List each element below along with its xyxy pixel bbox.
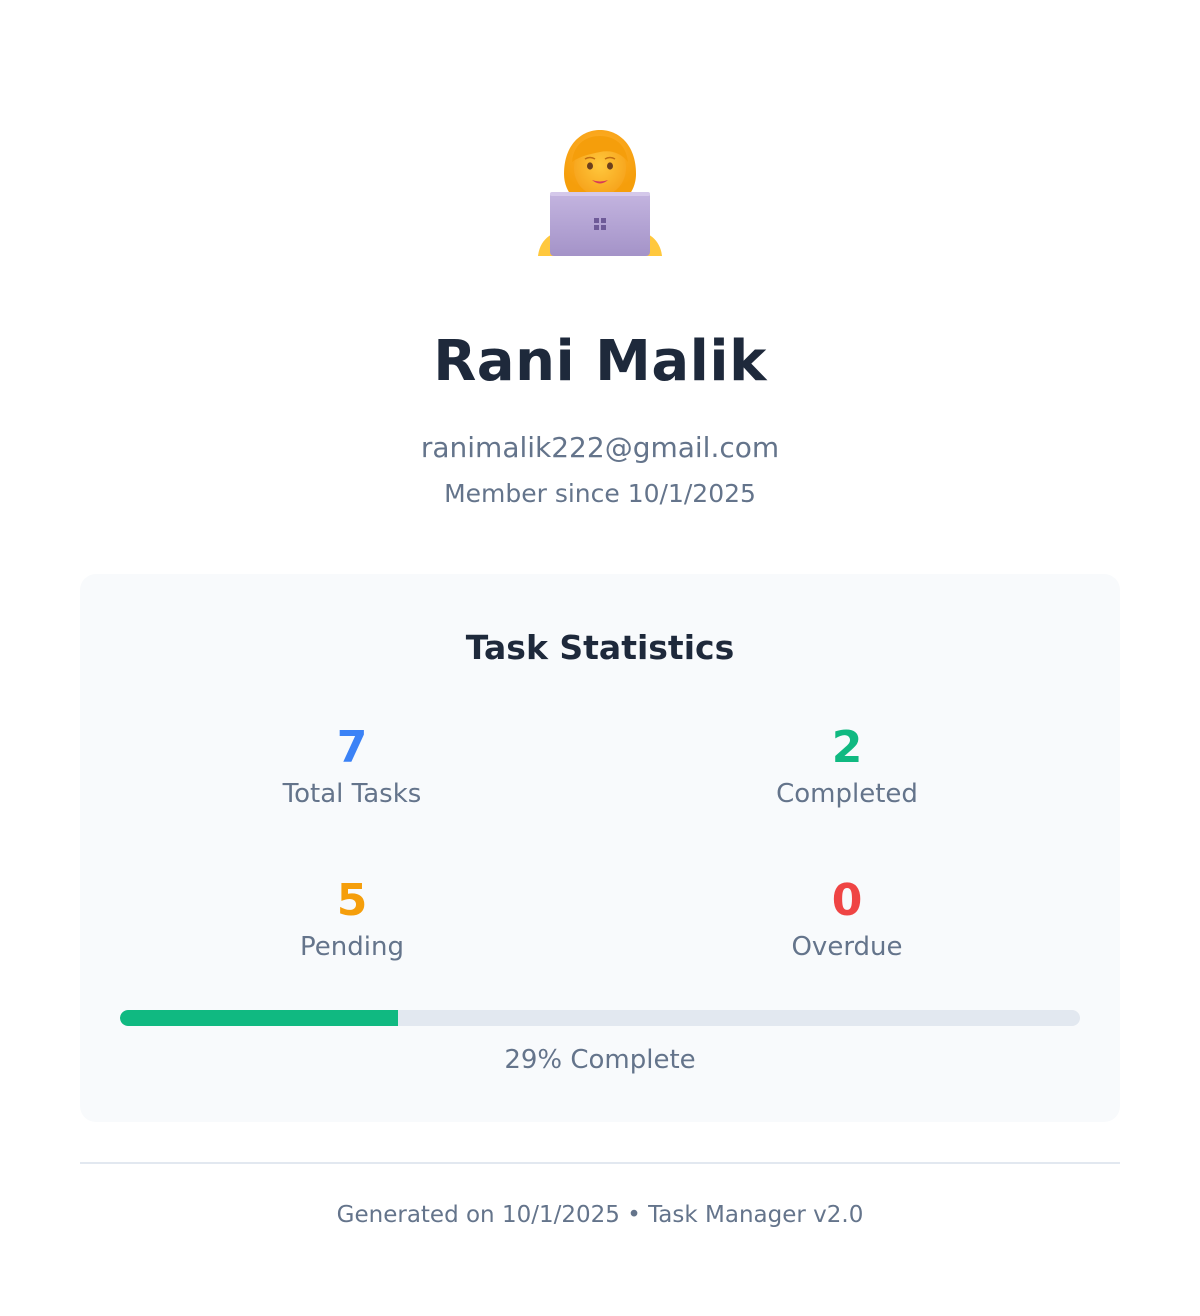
stat-value: 7 (336, 722, 368, 773)
stat-value: 5 (336, 875, 368, 926)
task-statistics-card: Task Statistics 7 Total Tasks 2 Complete… (80, 574, 1120, 1122)
woman-technologist-icon (538, 130, 662, 256)
stats-title: Task Statistics (465, 628, 735, 667)
footer-text: Generated on 10/1/2025 • Task Manager v2… (336, 1202, 864, 1228)
divider (80, 1162, 1120, 1164)
stat-completed: 2 Completed (647, 720, 1047, 812)
stat-label: Pending (300, 932, 404, 962)
stat-label: Completed (776, 779, 918, 809)
progress-bar-fill (120, 1010, 399, 1026)
stat-value: 0 (831, 875, 863, 926)
progress-bar (120, 1010, 1080, 1026)
stat-value: 2 (831, 722, 863, 773)
progress-label: 29% Complete (504, 1045, 696, 1075)
profile-name: Rani Malik (433, 329, 767, 394)
stat-total-tasks: 7 Total Tasks (152, 720, 552, 812)
avatar (536, 126, 664, 256)
member-since: Member since 10/1/2025 (444, 479, 756, 508)
profile-email: ranimalik222@gmail.com (420, 431, 780, 464)
stat-label: Overdue (791, 932, 903, 962)
stat-pending: 5 Pending (152, 873, 552, 965)
stat-label: Total Tasks (282, 779, 422, 809)
stat-overdue: 0 Overdue (647, 873, 1047, 965)
